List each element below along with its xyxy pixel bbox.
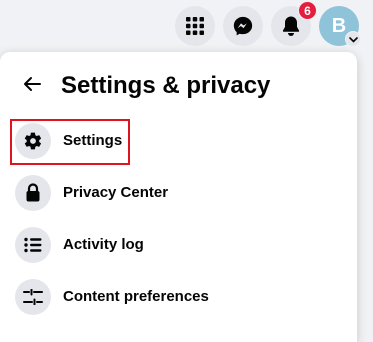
grid-menu-icon bbox=[185, 16, 205, 36]
page-title: Settings & privacy bbox=[61, 72, 271, 99]
account-chevron-button[interactable] bbox=[345, 31, 361, 47]
messenger-icon bbox=[232, 15, 254, 37]
notifications-button[interactable]: 6 bbox=[271, 1, 317, 46]
back-button[interactable] bbox=[14, 68, 50, 104]
menu-item-privacy-center[interactable]: Privacy Center bbox=[8, 170, 348, 216]
gear-icon bbox=[15, 123, 51, 159]
menu-item-settings[interactable]: Settings bbox=[8, 118, 348, 164]
arrow-left-icon bbox=[23, 76, 41, 97]
lock-icon bbox=[15, 175, 51, 211]
avatar-initial: B bbox=[331, 14, 347, 37]
menu-button[interactable] bbox=[175, 6, 215, 46]
menu-item-content-preferences[interactable]: Content preferences bbox=[8, 274, 348, 320]
menu-item-activity-log[interactable]: Activity log bbox=[8, 222, 348, 268]
list-icon bbox=[15, 227, 51, 263]
messenger-button[interactable] bbox=[223, 6, 263, 46]
menu-item-label: Content preferences bbox=[63, 288, 209, 305]
top-bar: 6 B bbox=[0, 0, 373, 50]
settings-privacy-panel: Settings & privacy Settings Privacy Cent… bbox=[0, 52, 357, 342]
panel-header: Settings & privacy bbox=[0, 62, 357, 112]
menu-item-label: Activity log bbox=[63, 236, 144, 253]
chevron-down-icon bbox=[348, 30, 358, 48]
notification-count-badge: 6 bbox=[298, 1, 317, 20]
bell-icon bbox=[281, 15, 301, 37]
sliders-icon bbox=[15, 279, 51, 315]
menu-item-label: Privacy Center bbox=[63, 184, 169, 201]
menu-item-label: Settings bbox=[63, 132, 123, 149]
